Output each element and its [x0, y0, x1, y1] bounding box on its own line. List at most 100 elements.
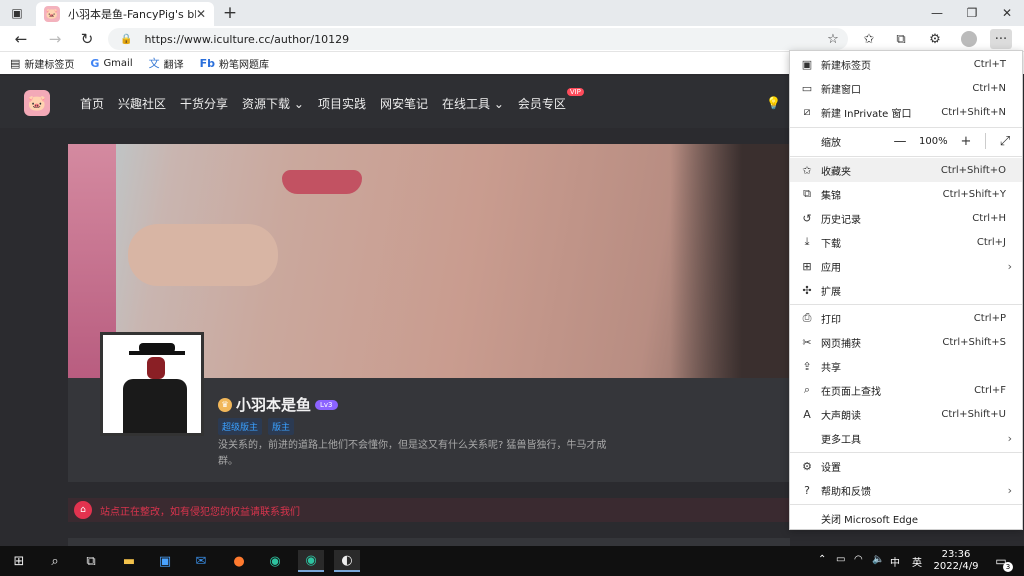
menu-item-zoom: 缩放 — 100% + ⤢ [790, 129, 1022, 153]
nav-item-share[interactable]: 干货分享 [180, 95, 228, 112]
mail-icon[interactable]: ✉ [188, 550, 214, 572]
navigation-bar: ← → ↻ 🔒 https://www.iculture.cc/author/1… [0, 26, 1024, 52]
medal-icon: ♛ [218, 397, 232, 412]
nav-item-vip[interactable]: 会员专区 VIP [518, 88, 584, 112]
new-tab-button[interactable]: + [220, 3, 240, 23]
menu-item-read-aloud[interactable]: A 大声朗读 Ctrl+Shift+U [790, 402, 1022, 426]
window-icon: ▭ [801, 81, 813, 95]
bookmark-item[interactable]: Fb 粉笔网题库 [200, 56, 269, 71]
nav-item-projects[interactable]: 项目实践 [318, 95, 366, 112]
google-icon: G [90, 56, 100, 70]
menu-item-settings[interactable]: ⚙ 设置 [790, 454, 1022, 478]
page-icon: ▤ [10, 56, 21, 70]
browser-tab-strip: ▣ 🐷 小羽本是鱼-FancyPig's blog ✕ + — ❐ ✕ [0, 0, 1024, 26]
role-badge: 超级版主 [218, 418, 263, 435]
menu-item-find[interactable]: ⌕ 在页面上查找 Ctrl+F [790, 378, 1022, 402]
app-icon[interactable]: ◐ [334, 550, 360, 572]
url-text: https://www.iculture.cc/author/10129 [144, 32, 350, 46]
nav-item-download[interactable]: 资源下载 ⌄ [242, 95, 304, 112]
menu-item-new-window[interactable]: ▭ 新建窗口 Ctrl+N [790, 76, 1022, 100]
forward-button[interactable]: → [44, 29, 66, 49]
profile-avatar-icon [961, 31, 977, 47]
restore-button[interactable]: ❐ [955, 0, 989, 26]
menu-item-collections[interactable]: ⧉ 集锦 Ctrl+Shift+Y [790, 182, 1022, 206]
nav-item-home[interactable]: 首页 [80, 95, 104, 112]
back-button[interactable]: ← [10, 29, 32, 49]
menu-item-web-capture[interactable]: ✂ 网页捕获 Ctrl+Shift+S [790, 330, 1022, 354]
task-view-icon[interactable]: ⧉ [78, 550, 104, 572]
chevron-right-icon: › [1007, 483, 1012, 497]
favorites-icon[interactable]: ✩ [858, 29, 880, 49]
menu-item-more-tools[interactable]: 更多工具 › [790, 426, 1022, 450]
nav-item-notes[interactable]: 网安笔记 [380, 95, 428, 112]
menu-item-close-edge[interactable]: 关闭 Microsoft Edge [790, 506, 1022, 530]
chevron-right-icon: › [1007, 259, 1012, 273]
menu-divider [790, 156, 1022, 157]
menu-item-share[interactable]: ⇪ 共享 [790, 354, 1022, 378]
site-logo-icon[interactable]: 🐷 [24, 90, 50, 116]
help-icon: ? [804, 483, 810, 497]
refresh-button[interactable]: ↻ [76, 29, 98, 49]
nav-item-tools[interactable]: 在线工具 ⌄ [442, 95, 504, 112]
store-icon[interactable]: ▣ [152, 550, 178, 572]
profile-bio: 没关系的，前进的道路上他们不会懂你，但是这又有什么关系呢? 猛兽皆独行，牛马才成… [218, 440, 607, 467]
menu-item-history[interactable]: ↺ 历史记录 Ctrl+H [790, 206, 1022, 230]
keyboard-indicator[interactable]: 英 [912, 554, 922, 569]
browser-tab[interactable]: 🐷 小羽本是鱼-FancyPig's blog ✕ [36, 2, 214, 26]
ime-indicator[interactable]: 中 [890, 554, 900, 569]
tray-chevron-icon[interactable]: ⌃ [818, 554, 826, 565]
file-explorer-icon[interactable]: ▬ [116, 550, 142, 572]
menu-item-downloads[interactable]: ⤓ 下载 Ctrl+J [790, 230, 1022, 254]
nav-item-community[interactable]: 兴趣社区 [118, 95, 166, 112]
role-badges: 超级版主 版主 [218, 418, 295, 435]
clock-date: 2022/4/9 [933, 561, 979, 572]
chevron-down-icon: ⌄ [293, 97, 304, 111]
windows-start-icon[interactable]: ⊞ [6, 550, 32, 572]
tab-close-icon[interactable]: ✕ [196, 7, 206, 21]
zoom-out-button[interactable]: — [891, 134, 909, 149]
close-window-button[interactable]: ✕ [990, 0, 1024, 26]
volume-icon[interactable]: 🔈 [872, 554, 884, 565]
bookmark-item[interactable]: ▤ 新建标签页 [10, 56, 74, 71]
history-icon: ↺ [802, 211, 812, 225]
menu-divider [790, 127, 1022, 128]
home-icon: ⌂ [74, 501, 92, 519]
download-icon: ⤓ [804, 235, 810, 248]
lock-icon: 🔒 [120, 33, 133, 45]
collections-icon[interactable]: ⧉ [890, 29, 912, 49]
network-icon[interactable]: ◠ [854, 554, 863, 565]
windows-taskbar: ⊞ ⌕ ⧉ ▬ ▣ ✉ ● ◉ ◉ ◐ ⌃ ▭ ◠ 🔈 中 英 23:36 20… [0, 546, 1024, 576]
menu-item-apps[interactable]: ⊞ 应用 › [790, 254, 1022, 278]
menu-divider [790, 504, 1022, 505]
menu-item-extensions[interactable]: ✣ 扩展 [790, 278, 1022, 302]
profile-name-row: ♛ 小羽本是鱼 Lv3 [218, 394, 338, 415]
zoom-in-button[interactable]: + [957, 134, 975, 149]
user-avatar[interactable] [100, 332, 204, 436]
firefox-icon[interactable]: ● [226, 550, 252, 572]
minimize-button[interactable]: — [920, 0, 954, 26]
extensions-icon[interactable]: ⚙ [924, 29, 946, 49]
bookmark-item[interactable]: 文翻译 [149, 55, 184, 71]
profile-button[interactable] [958, 29, 980, 49]
edge-icon[interactable]: ◉ [262, 550, 288, 572]
menu-item-new-inprivate[interactable]: ⧄ 新建 InPrivate 窗口 Ctrl+Shift+N [790, 100, 1022, 124]
menu-item-help[interactable]: ? 帮助和反馈 › [790, 478, 1022, 502]
fullscreen-icon[interactable]: ⤢ [996, 134, 1014, 149]
level-badge: Lv3 [315, 399, 338, 410]
menu-item-new-tab[interactable]: ▣ 新建标签页 Ctrl+T [790, 52, 1022, 76]
notification-icon[interactable]: ▭ 3 [992, 552, 1013, 572]
edge-active-icon[interactable]: ◉ [298, 550, 324, 572]
search-icon[interactable]: ⌕ [42, 550, 68, 572]
settings-more-button[interactable]: ··· [990, 29, 1012, 49]
menu-item-favorites[interactable]: ✩ 收藏夹 Ctrl+Shift+O [790, 158, 1022, 182]
profile-name: 小羽本是鱼 [236, 396, 312, 414]
address-bar[interactable]: 🔒 https://www.iculture.cc/author/10129 [108, 28, 848, 50]
theme-toggle-icon[interactable]: 💡 [766, 96, 781, 110]
notice-text: 站点正在整改，如有侵犯您的权益请联系我们 [100, 506, 300, 518]
menu-item-print[interactable]: ⎙ 打印 Ctrl+P [790, 306, 1022, 330]
battery-icon[interactable]: ▭ [836, 554, 845, 565]
add-favorite-icon[interactable]: ☆ [822, 29, 844, 49]
system-clock[interactable]: 23:36 2022/4/9 [930, 549, 982, 573]
bookmark-item[interactable]: G Gmail [90, 57, 132, 70]
tab-actions-icon[interactable]: ▣ [6, 4, 28, 22]
